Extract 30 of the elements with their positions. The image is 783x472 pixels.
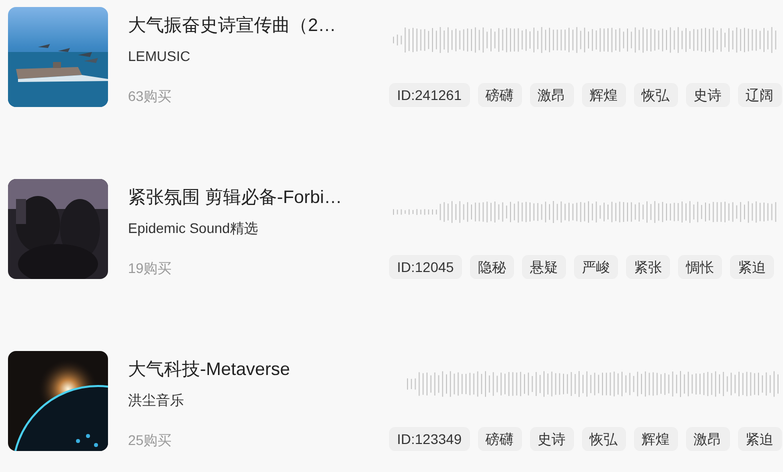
tag[interactable]: 激昂: [686, 427, 730, 451]
tag[interactable]: 恢弘: [582, 427, 626, 451]
tag[interactable]: 激昂: [530, 83, 574, 107]
purchase-count: 63购买: [128, 87, 173, 106]
track-id: ID:12045: [389, 255, 462, 279]
tag[interactable]: 悬疑: [522, 255, 566, 279]
tag[interactable]: 磅礴: [478, 427, 522, 451]
tag[interactable]: 辽阔: [738, 83, 782, 107]
tag[interactable]: 史诗: [686, 83, 730, 107]
tag[interactable]: 紧迫: [738, 427, 782, 451]
tag[interactable]: 辉煌: [634, 427, 678, 451]
tag[interactable]: 紧迫: [730, 255, 774, 279]
track-title[interactable]: 紧张氛围 剪辑必备-Forbi…: [128, 184, 389, 210]
track-title[interactable]: 大气科技-Metaverse: [128, 356, 389, 382]
track-id: ID:123349: [389, 427, 470, 451]
tag[interactable]: 辉煌: [582, 83, 626, 107]
tag[interactable]: 磅礴: [478, 83, 522, 107]
tag[interactable]: 恢弘: [634, 83, 678, 107]
tag[interactable]: 隐秘: [470, 255, 514, 279]
tag[interactable]: 严峻: [574, 255, 618, 279]
artist-name: 洪尘音乐: [128, 391, 185, 410]
purchase-count: 25购买: [128, 431, 173, 450]
purchase-count: 19购买: [128, 259, 173, 278]
tag[interactable]: 惆怅: [678, 255, 722, 279]
track-title[interactable]: 大气振奋史诗宣传曲（2…: [128, 12, 389, 38]
track-id: ID:241261: [389, 83, 470, 107]
tag[interactable]: 紧张: [626, 255, 670, 279]
artist-name: LEMUSIC: [128, 47, 192, 66]
tag[interactable]: 史诗: [530, 427, 574, 451]
artist-name: Epidemic Sound精选: [128, 219, 259, 238]
